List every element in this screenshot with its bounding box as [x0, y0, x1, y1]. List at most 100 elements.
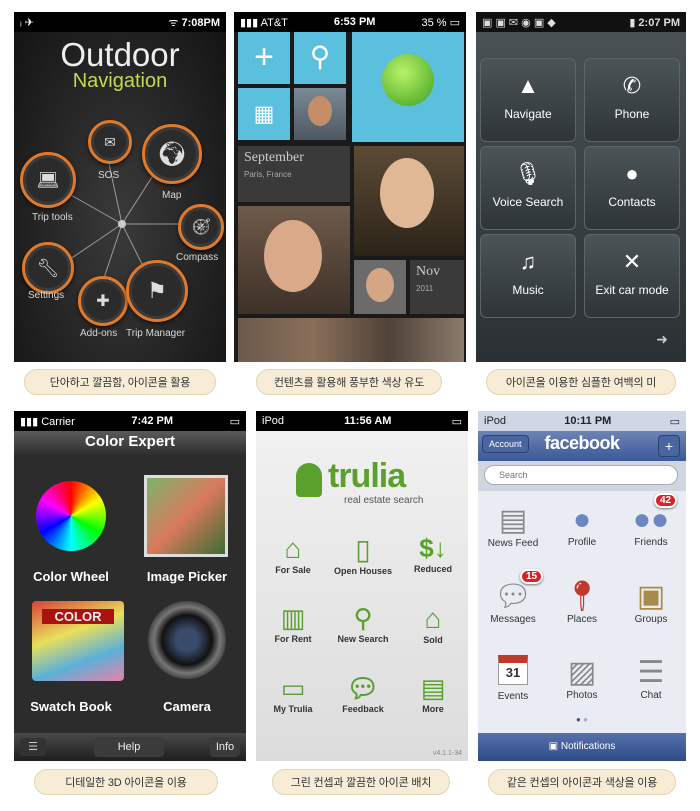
events-label: Events	[497, 691, 529, 702]
menu-grid: ⌂ For Sale ▯ Open Houses $↓ Reduced ▥ For Re…	[256, 525, 468, 731]
caption-1: 단아하고 깔끔함, 아이콘을 활용	[24, 369, 216, 395]
photos-label: Photos	[566, 690, 598, 701]
list-icon[interactable]: ☰	[20, 738, 46, 756]
info-button[interactable]: Info	[210, 737, 240, 757]
contacts-button[interactable]: ● Contacts	[584, 146, 680, 230]
event-location: Paris, France	[244, 170, 292, 179]
next-arrow-icon[interactable]: ➜	[656, 331, 668, 348]
friends-button[interactable]: ●● Friends	[618, 503, 684, 548]
search-input[interactable]	[484, 465, 678, 485]
my-trulia-label: My Trulia	[273, 704, 313, 714]
add-ons-button[interactable]: ✚	[78, 276, 128, 326]
map-button[interactable]: 🌍︎	[142, 124, 202, 184]
man-photo-tile[interactable]	[354, 260, 406, 314]
caption-6: 같은 컨셉의 아이콘과 색상을 이용	[488, 769, 676, 795]
calendar-event-tile[interactable]: September Paris, France	[238, 146, 350, 202]
person-icon: ●	[625, 161, 639, 186]
groups-icon: ▣	[636, 580, 666, 613]
color-wheel-button[interactable]	[36, 481, 106, 551]
new-search-button[interactable]: ⚲ New Search	[328, 595, 398, 663]
photos-icon: ▨	[567, 656, 597, 689]
compass-label: Compass	[176, 252, 219, 263]
trip-manager-label: Trip Manager	[126, 328, 186, 339]
notifications-bar[interactable]: ▣ Notifications	[478, 733, 686, 761]
places-label: Places	[566, 614, 597, 625]
settings-button[interactable]: 🔧︎	[22, 242, 74, 294]
metro-people-screen: ▮▮▮ AT&T 6:53 PM 35 % ▭ + ⚲ ▦ September …	[234, 12, 466, 362]
feedback-button[interactable]: 💬︎ Feedback	[328, 665, 398, 733]
calendar-tile[interactable]: ▦	[238, 88, 290, 140]
profile-button[interactable]: ● Profile	[549, 503, 615, 548]
envelope-icon: ✉	[104, 133, 116, 150]
facebook-screen: iPod 10:11 PM ▭ Account facebook + ▤News…	[478, 411, 686, 761]
sos-button[interactable]: ✉	[88, 120, 132, 164]
news-feed-button[interactable]: ▤ News Feed	[480, 503, 546, 549]
people-strip	[238, 318, 464, 362]
for-rent-label: For Rent	[274, 634, 312, 644]
reduced-button[interactable]: $↓ Reduced	[398, 525, 468, 593]
search-tile[interactable]: ⚲	[294, 32, 346, 84]
map-pin-icon: 📍︎	[562, 580, 602, 613]
for-sale-button[interactable]: ⌂ For Sale	[258, 525, 328, 593]
friends-label: Friends	[634, 537, 668, 548]
map-label: Map	[162, 190, 182, 201]
new-search-label: New Search	[337, 634, 389, 644]
search-icon: ⚲	[353, 603, 373, 633]
notification-icon: ▣	[548, 741, 561, 752]
mascot-tile[interactable]	[352, 32, 464, 142]
groups-label: Groups	[634, 614, 668, 625]
add-button[interactable]: +	[658, 435, 680, 457]
groups-button[interactable]: ▣ Groups	[618, 579, 684, 625]
event-month: September	[244, 150, 304, 165]
for-rent-button[interactable]: ▥ For Rent	[258, 595, 328, 663]
add-tile[interactable]: +	[238, 32, 290, 84]
voice-search-label: Voice Search	[492, 195, 564, 209]
trulia-screen: iPod 11:56 AM ▭ trulia real estate searc…	[256, 411, 468, 761]
caption-2: 컨텐츠를 활용해 풍부한 색상 유도	[256, 369, 442, 395]
photos-button[interactable]: ▨ Photos	[549, 655, 615, 701]
phone-button[interactable]: ✆ Phone	[584, 58, 680, 142]
car-mode-screen: ▣ ▣ ✉ ◉ ▣ ◆ ▮ 2:07 PM ▲ Navigate ✆ Phone…	[476, 12, 686, 362]
swatch-book-button[interactable]: COLOR	[32, 601, 124, 681]
image-picker-button[interactable]	[144, 475, 228, 557]
voice-search-button[interactable]: 🎙︎ Voice Search	[480, 146, 576, 230]
version-label: v4.1.1-34	[432, 750, 462, 757]
my-trulia-button[interactable]: ▭ My Trulia	[258, 665, 328, 733]
signal-icon: ▮▮▮	[20, 415, 42, 428]
person-photo-tile[interactable]	[294, 88, 346, 140]
chat-button[interactable]: ☰ Chat	[618, 655, 684, 701]
friends-badge: 42	[654, 493, 678, 508]
camera-lens-button[interactable]	[148, 601, 226, 679]
events-button[interactable]: 31 Events	[480, 655, 546, 702]
exit-car-mode-button[interactable]: ✕ Exit car mode	[584, 234, 680, 318]
trip-tools-button[interactable]: 💻︎	[20, 152, 76, 208]
trip-manager-button[interactable]: ⚑	[126, 260, 188, 322]
globe-icon: 🌍︎	[156, 140, 188, 168]
door-icon: ▯	[355, 534, 371, 565]
compass-icon: 🧭︎	[190, 219, 212, 236]
reduced-label: Reduced	[413, 564, 452, 574]
places-button[interactable]: 📍︎ Places	[549, 579, 615, 625]
building-icon: ▥	[280, 603, 306, 633]
page-dots: ● ●	[576, 715, 588, 724]
open-houses-button[interactable]: ▯ Open Houses	[328, 525, 398, 593]
help-button[interactable]: Help	[94, 737, 164, 757]
phone-icon: ✆	[622, 73, 642, 98]
woman-photo-tile[interactable]	[354, 146, 464, 256]
close-icon: ✕	[622, 249, 642, 274]
music-button[interactable]: ♫ Music	[480, 234, 576, 318]
battery-icon: ▭	[451, 415, 462, 428]
puzzle-icon: ✚	[96, 293, 110, 310]
sold-button[interactable]: ⌂ Sold	[398, 595, 468, 663]
woman2-photo-tile[interactable]	[238, 206, 350, 314]
navigate-button[interactable]: ▲ Navigate	[480, 58, 576, 142]
battery-icon: ▭	[446, 16, 460, 29]
device-name: iPod	[262, 415, 285, 427]
messages-button[interactable]: 💬︎ Messages	[480, 579, 546, 625]
battery-icon: ▭	[229, 415, 240, 428]
navigate-label: Navigate	[504, 107, 552, 121]
more-button[interactable]: ▤ More	[398, 665, 468, 733]
notification-icons: ▣ ▣ ✉ ◉ ▣ ◆	[482, 16, 556, 29]
compass-button[interactable]: 🧭︎	[178, 204, 224, 250]
nov-tile[interactable]: Nov 2011	[410, 260, 464, 314]
